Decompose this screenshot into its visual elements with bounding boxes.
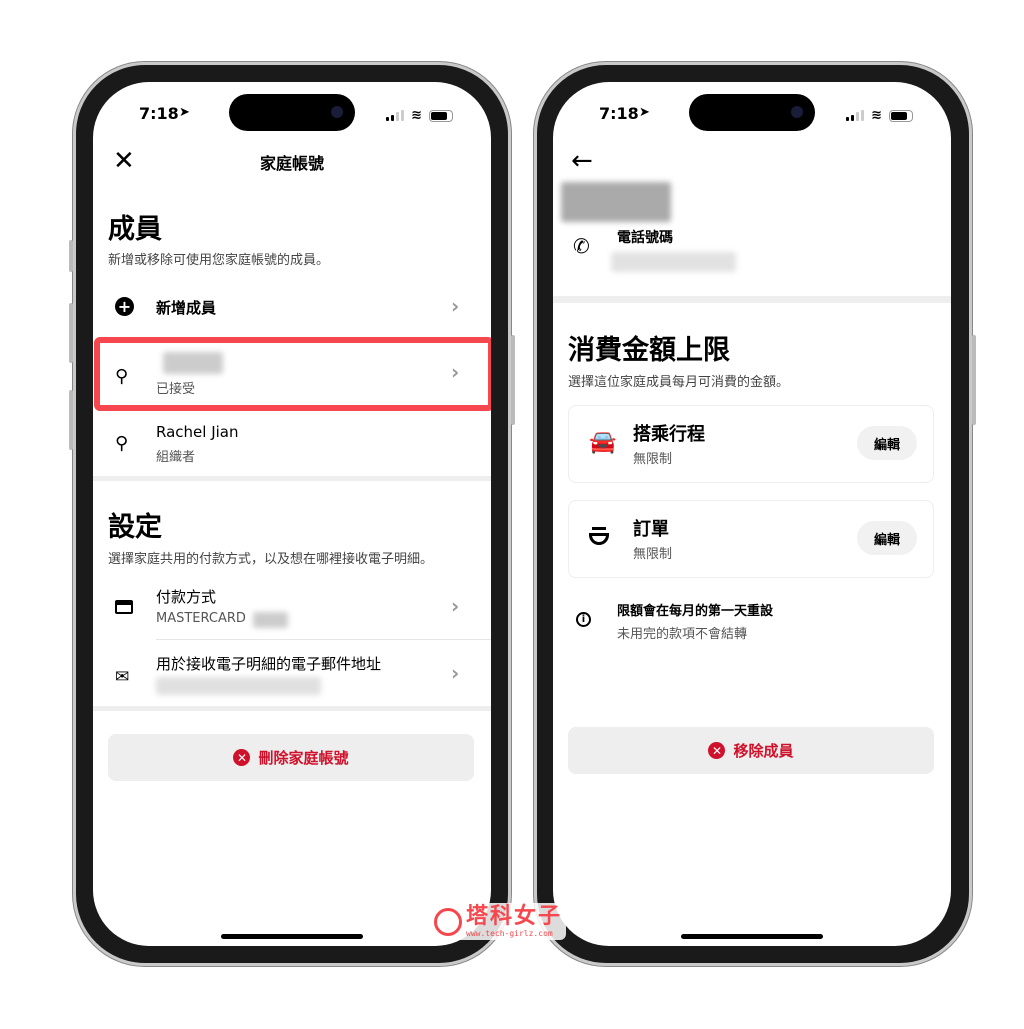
phone-label: 電話號碼 — [617, 230, 673, 246]
receipt-email-row[interactable]: ✉ 用於接收電子明細的電子郵件地址 › — [93, 647, 491, 703]
close-circle-icon: ✕ — [708, 742, 726, 759]
member-row[interactable]: ⚲ Rachel Jian 組織者 — [93, 417, 491, 472]
limits-heading: 消費金額上限 — [568, 335, 730, 366]
settings-heading: 設定 — [108, 512, 162, 543]
edit-button[interactable]: 編輯 — [857, 426, 917, 460]
plus-circle-icon: + — [115, 297, 134, 316]
mail-icon: ✉ — [115, 667, 130, 687]
dynamic-island — [689, 94, 815, 131]
payment-value: MASTERCARD — [156, 611, 246, 626]
edit-button[interactable]: 編輯 — [857, 521, 917, 555]
phone-right: 7:18 ➤ ≋ ← ✆ 電話號碼 消費金額上限 選擇這位家庭成員每月可消費的金… — [534, 62, 976, 966]
watermark-url: www.tech-girlz.com — [466, 929, 553, 938]
status-time: 7:18 — [599, 104, 639, 123]
section-divider — [93, 706, 491, 711]
add-member-row[interactable]: + 新增成員 › — [93, 287, 491, 327]
phone-icon: ✆ — [573, 234, 590, 258]
person-icon: ⚲ — [115, 433, 129, 454]
screen-member-detail: 7:18 ➤ ≋ ← ✆ 電話號碼 消費金額上限 選擇這位家庭成員每月可消費的金… — [553, 82, 951, 946]
signal-icon — [386, 110, 405, 121]
battery-icon — [429, 109, 453, 122]
chevron-right-icon: › — [451, 594, 460, 618]
member-name-redacted — [561, 182, 671, 222]
limit-title: 訂單 — [633, 519, 669, 540]
phone-number-redacted — [611, 252, 736, 272]
section-divider — [93, 476, 491, 481]
chevron-right-icon: › — [451, 294, 460, 318]
watermark-logo: 塔科女子 www.tech-girlz.com — [430, 903, 567, 940]
signal-icon — [846, 110, 865, 121]
limits-subtitle: 選擇這位家庭成員每月可消費的金額。 — [568, 375, 790, 390]
back-arrow-icon[interactable]: ← — [571, 146, 593, 176]
section-divider — [553, 296, 951, 303]
delete-family-account-button[interactable]: ✕ 刪除家庭帳號 — [108, 734, 474, 781]
card-digits-redacted — [253, 612, 288, 628]
payment-label: 付款方式 — [156, 588, 217, 606]
delete-label: 刪除家庭帳號 — [258, 749, 349, 767]
close-circle-icon: ✕ — [233, 749, 251, 766]
receipt-email-label: 用於接收電子明細的電子郵件地址 — [156, 655, 382, 673]
members-subtitle: 新增或移除可使用您家庭帳號的成員。 — [108, 253, 330, 268]
status-icons: ≋ — [386, 108, 453, 123]
add-member-label: 新增成員 — [156, 299, 217, 317]
wifi-icon: ≋ — [871, 108, 882, 123]
limit-card-orders: 訂單 無限制 編輯 — [568, 500, 934, 578]
limit-value: 無限制 — [633, 547, 673, 562]
status-time: 7:18 — [139, 104, 179, 123]
home-indicator — [221, 934, 363, 939]
remove-member-button[interactable]: ✕ 移除成員 — [568, 727, 934, 774]
planet-logo-icon — [434, 907, 462, 936]
email-redacted — [156, 677, 321, 695]
home-indicator — [681, 934, 823, 939]
status-icons: ≋ — [846, 108, 913, 123]
limit-value: 無限制 — [633, 452, 673, 467]
remove-label: 移除成員 — [733, 742, 794, 760]
screen-family-account: 7:18 ➤ ≋ ✕ 家庭帳號 成員 新增或移除可使用您家庭帳號的成員。 + 新… — [93, 82, 491, 946]
chevron-right-icon: › — [451, 661, 460, 685]
location-arrow-icon: ➤ — [179, 105, 190, 120]
row-divider — [156, 639, 491, 640]
payment-method-row[interactable]: 付款方式 MASTERCARD › — [93, 582, 491, 638]
phone-left: 7:18 ➤ ≋ ✕ 家庭帳號 成員 新增或移除可使用您家庭帳號的成員。 + 新… — [69, 62, 515, 966]
info-subtitle: 未用完的款項不會結轉 — [617, 627, 748, 642]
dynamic-island — [229, 94, 355, 131]
car-icon: 🚘 — [589, 430, 617, 455]
wifi-icon: ≋ — [411, 108, 422, 123]
highlight-box — [94, 337, 491, 411]
watermark-text: 塔科女子 — [466, 904, 563, 929]
location-arrow-icon: ➤ — [639, 105, 650, 120]
page-title: 家庭帳號 — [259, 154, 324, 173]
battery-icon — [889, 109, 913, 122]
food-bowl-icon — [589, 527, 609, 547]
info-icon: i — [576, 612, 591, 627]
settings-subtitle: 選擇家庭共用的付款方式，以及想在哪裡接收電子明細。 — [108, 552, 434, 567]
card-icon — [115, 600, 133, 614]
members-heading: 成員 — [108, 214, 162, 245]
limit-title: 搭乘行程 — [633, 424, 705, 445]
limit-card-rides: 🚘 搭乘行程 無限制 編輯 — [568, 405, 934, 483]
info-title: 限額會在每月的第一天重設 — [617, 604, 774, 619]
member-status: 組織者 — [156, 450, 196, 465]
member-name: Rachel Jian — [156, 423, 239, 441]
